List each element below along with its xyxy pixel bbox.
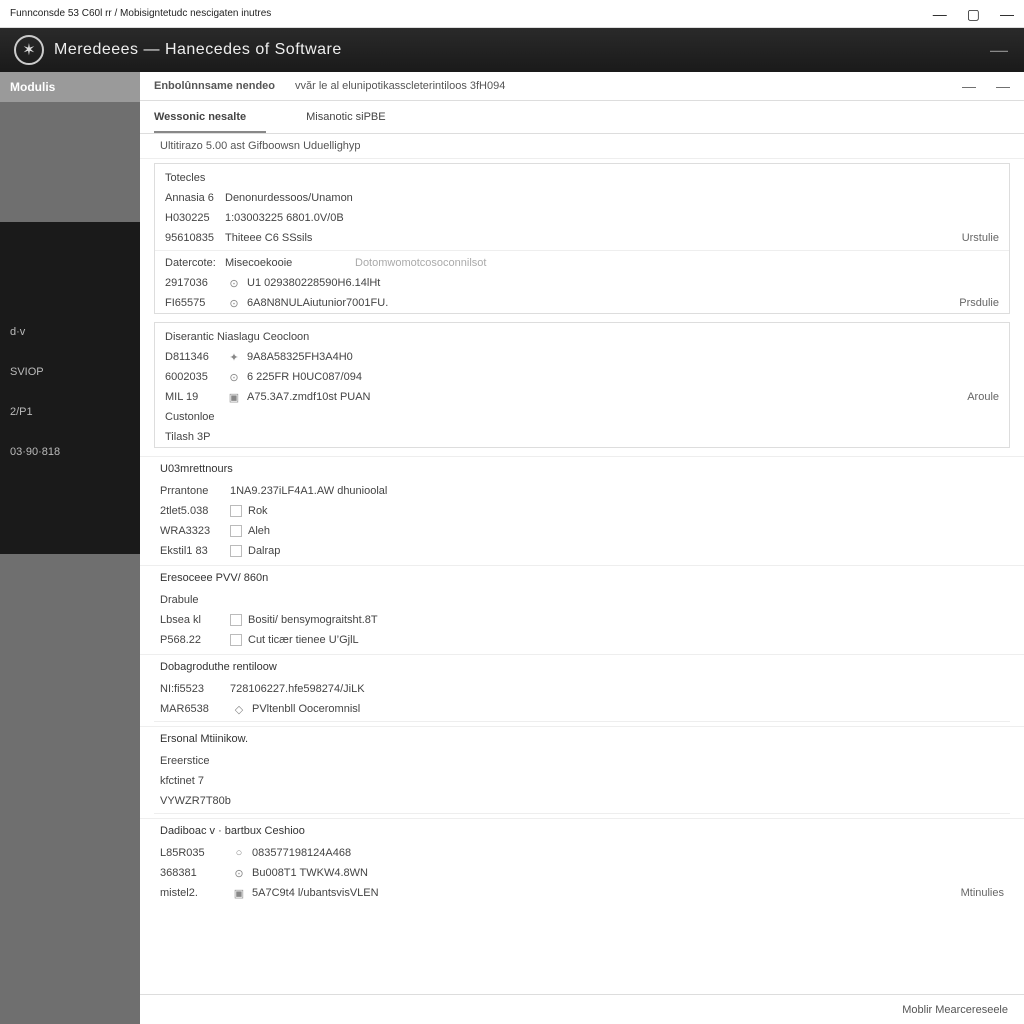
square-icon: ▣ [230,887,248,900]
table-row[interactable]: 2tlet5.038 Rok [140,501,1024,521]
table-row[interactable]: P568.22 Cut ticær tienee U’GjlL [140,630,1024,650]
table-row[interactable]: 2917036 ⊙ U1 029380228590H6.14lHt [155,273,1009,293]
dadb-title: Dadiboac v · bartbux Ceshioo [140,818,1024,843]
u0-header: Prrantone 1NA9.237iLF4A1.AW dhunioolal [140,481,1024,501]
action-mtinulies[interactable]: Mtinulies [961,887,1004,899]
table-row[interactable]: H030225 1:03003225 6801.0V/0B [155,208,1009,228]
sidebar-item-sviop[interactable]: SVIOP [0,352,140,392]
dobas-title: Dobagroduthe rentiloow [140,654,1024,679]
eres-pre: Drabule [140,590,1024,610]
subheader: Ultitirazo 5.00 ast Gifboowsn Uduellighy… [140,134,1024,159]
sidebar: Modulis d·v SVIOP 2/P1 03·90·818 [0,72,140,1024]
diag-extra: Tilash 3P [155,427,1009,447]
table-row[interactable]: D811346 ✦ 9A8A58325FH3A4H0 [155,347,1009,367]
action-aroule[interactable]: Aroule [967,391,999,403]
star-icon: ✦ [225,351,243,364]
star-icon: ✶ [22,40,35,60]
checkbox[interactable] [230,505,242,517]
close-icon[interactable]: — [1000,7,1014,21]
totecles-header: Annasia 6 Denonurdessoos/Unamon [155,188,1009,208]
sidebar-item-modulis[interactable]: Modulis [0,72,140,102]
table-row[interactable]: L85R035 ○ 083577198124A468 [140,843,1024,863]
table-row[interactable]: Lbsea kl Bositi/ bensymograitsht.8T [140,610,1024,630]
table-row[interactable]: 368381 ⊙ Bu008T1 TWKW4.8WN [140,863,1024,883]
target-icon: ⊙ [225,297,243,310]
action-urstulie[interactable]: Urstulie [962,232,999,244]
ersenal-title: Ersonal Mtiinikow. [140,726,1024,751]
window-title: Funnconsde 53 C60l rr / Mobisigntetudc n… [10,8,271,19]
target-icon: ⊙ [225,277,243,290]
tabs: Wessonic nesalte Misanotic siPBE [140,101,1024,134]
table-row[interactable]: mistel2. ▣ 5A7C9t4 l/ubantsvisVLEN Mtinu… [140,883,1024,903]
header-menu-icon[interactable]: — [990,40,1010,61]
eres-title: Eresoceee PVV/ 860n [140,565,1024,590]
section-diagnostic: Diserantic Niaslagu Ceocloon D811346 ✦ 9… [154,322,1010,448]
table-row[interactable]: WRA3323 Aleh [140,521,1024,541]
totecles-title: Totecles [155,164,1009,188]
brand-logo: ✶ [14,35,44,65]
clock-icon: ⊙ [225,371,243,384]
checkbox[interactable] [230,634,242,646]
sidebar-item-0390818[interactable]: 03·90·818 [0,432,140,472]
action-prsdulie[interactable]: Prsdulie [959,297,999,309]
app-header: ✶ Meredeees — Hanecedes of Software — [0,28,1024,72]
u0-title: U03mrettnours [140,456,1024,481]
sidebar-item-dv[interactable]: d·v [0,312,140,352]
checkbox[interactable] [230,525,242,537]
minimize-icon[interactable]: — [933,7,947,21]
table-row[interactable]: 95610835 Thiteee C6 SSsils Urstulie [155,228,1009,248]
panel-close-icon[interactable]: — [996,78,1010,94]
ers-line: VYWZR7T80b [140,791,1024,811]
totecles-subhead: Datercote: Misecoekooie Dotomwomotcosoco… [155,253,1009,273]
sidebar-item-2p1[interactable]: 2/P1 [0,392,140,432]
tab-misanotic[interactable]: Misanotic siPBE [306,101,405,133]
table-row[interactable]: FI65575 ⊙ 6A8N8NULAiutunior7001FU. Prsdu… [155,293,1009,313]
panel-minimize-icon[interactable]: — [962,78,976,94]
table-row[interactable]: MAR6538 ◇ PVltenbll Ooceromnisl [140,699,1024,719]
diamond-icon: ◇ [230,703,248,716]
app-title: Meredeees — Hanecedes of Software [54,41,342,59]
table-row[interactable]: Ekstil1 83 Dalrap [140,541,1024,561]
target-icon: ⊙ [230,867,248,880]
breadcrumb-item-2[interactable]: vvăr le al elunipotikasscleterintiloos 3… [295,80,505,92]
section-totecles: Totecles Annasia 6 Denonurdessoos/Unamon… [154,163,1010,314]
ers-line: kfctinet 7 [140,771,1024,791]
table-row[interactable]: MIL 19 ▣ A75.3A7.zmdf10st PUAN Aroule [155,387,1009,407]
table-row[interactable]: 6002035 ⊙ 6 225FR H0UC087/094 [155,367,1009,387]
maximize-icon[interactable]: ▢ [967,7,980,21]
breadcrumb-item-1[interactable]: Enbolûnnsame nendeo [154,80,275,92]
checkbox[interactable] [230,545,242,557]
circle-icon: ○ [230,847,248,859]
checkbox[interactable] [230,614,242,626]
diagnostic-title: Diserantic Niaslagu Ceocloon [155,323,1009,347]
main-panel: Enbolûnnsame nendeo vvăr le al elunipoti… [140,72,1024,1024]
os-titlebar: Funnconsde 53 C60l rr / Mobisigntetudc n… [0,0,1024,28]
content-scroll[interactable]: Totecles Annasia 6 Denonurdessoos/Unamon… [140,159,1024,994]
tab-wessonic[interactable]: Wessonic nesalte [154,101,266,133]
diag-extra: Custonloe [155,407,1009,427]
breadcrumb: Enbolûnnsame nendeo vvăr le al elunipoti… [140,72,1024,101]
footer-text[interactable]: Moblir Mearcereseele [902,1004,1008,1016]
ers-line: Ereerstice [140,751,1024,771]
footer: Moblir Mearcereseele [140,994,1024,1024]
window-controls: — ▢ — [933,7,1014,21]
square-icon: ▣ [225,391,243,404]
table-row[interactable]: NI:fi5523 728106227.hfe598274/JiLK [140,679,1024,699]
